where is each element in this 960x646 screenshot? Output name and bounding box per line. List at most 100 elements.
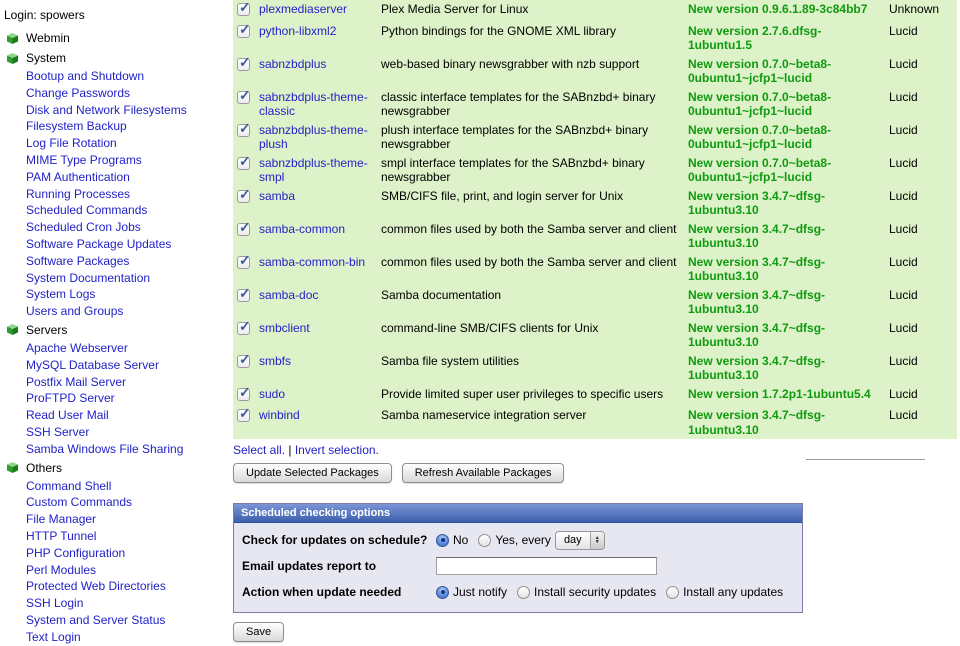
invert-selection-link[interactable]: Invert selection. xyxy=(295,443,379,457)
period-select[interactable]: day ▲▼ xyxy=(555,531,605,550)
select-all-link[interactable]: Select all. xyxy=(233,443,285,457)
sidebar-item: PAM Authentication xyxy=(0,169,230,186)
package-row: samba-common-bin common files used by bo… xyxy=(233,253,957,286)
package-description: common files used by both the Samba serv… xyxy=(377,220,685,253)
refresh-available-button[interactable]: Refresh Available Packages xyxy=(402,463,565,483)
package-name-link[interactable]: sabnzbdplus-theme-plush xyxy=(259,123,368,152)
package-checkbox[interactable] xyxy=(237,355,250,368)
sidebar-item-link[interactable]: SSH Login xyxy=(26,596,83,610)
sidebar-section[interactable]: Webmin xyxy=(0,28,230,48)
sidebar-item-link[interactable]: Postfix Mail Server xyxy=(26,375,126,389)
package-name-link[interactable]: sabnzbdplus-theme-classic xyxy=(259,90,368,119)
radio-just-notify[interactable] xyxy=(436,586,449,599)
package-name-link[interactable]: winbind xyxy=(259,408,300,422)
package-checkbox[interactable] xyxy=(237,157,250,170)
chevron-updown-icon: ▲▼ xyxy=(590,532,604,549)
sidebar-item-link[interactable]: Log File Rotation xyxy=(26,136,117,150)
package-name-link[interactable]: smbfs xyxy=(259,354,291,368)
sidebar-section[interactable]: System xyxy=(0,48,230,68)
sidebar-item: Scheduled Cron Jobs xyxy=(0,219,230,236)
sidebar-item-link[interactable]: Command Shell xyxy=(26,479,111,493)
sidebar-item: System Logs xyxy=(0,286,230,303)
login-status: Login: spowers xyxy=(0,0,230,28)
sidebar-item-link[interactable]: Apache Webserver xyxy=(26,341,128,355)
sidebar-item-link[interactable]: Users and Groups xyxy=(26,304,123,318)
package-checkbox[interactable] xyxy=(237,190,250,203)
package-status: Lucid xyxy=(881,352,957,385)
sidebar-item-link[interactable]: Scheduled Cron Jobs xyxy=(26,220,141,234)
sidebar-item-link[interactable]: PHP Configuration xyxy=(26,546,125,560)
sidebar-item-link[interactable]: Text Login xyxy=(26,630,81,644)
email-input[interactable] xyxy=(436,557,657,575)
package-name-link[interactable]: smbclient xyxy=(259,321,310,335)
sidebar-item-link[interactable]: Custom Commands xyxy=(26,495,132,509)
sidebar-item-link[interactable]: Scheduled Commands xyxy=(26,203,147,217)
sidebar-item-link[interactable]: PAM Authentication xyxy=(26,170,130,184)
package-row: winbind Samba nameservice integration se… xyxy=(233,406,957,439)
sidebar-item-link[interactable]: System and Server Status xyxy=(26,613,165,627)
sidebar-item-link[interactable]: Software Package Updates xyxy=(26,237,171,251)
package-description: plush interface templates for the SABnzb… xyxy=(377,121,685,154)
radio-install-security[interactable] xyxy=(517,586,530,599)
package-name-link[interactable]: samba-common-bin xyxy=(259,255,365,269)
sidebar-item-link[interactable]: System Documentation xyxy=(26,271,150,285)
sidebar-item-link[interactable]: Software Packages xyxy=(26,254,129,268)
sidebar-section[interactable]: Servers xyxy=(0,320,230,340)
sidebar-item-link[interactable]: File Manager xyxy=(26,512,96,526)
sidebar-item: Command Shell xyxy=(0,478,230,495)
sidebar-item-link[interactable]: Disk and Network Filesystems xyxy=(26,103,187,117)
radio-install-any[interactable] xyxy=(666,586,679,599)
sidebar-item-link[interactable]: Read User Mail xyxy=(26,408,109,422)
package-checkbox[interactable] xyxy=(237,124,250,137)
package-checkbox[interactable] xyxy=(237,3,250,16)
package-name-link[interactable]: python-libxml2 xyxy=(259,24,336,38)
package-checkbox[interactable] xyxy=(237,289,250,302)
package-name-link[interactable]: samba-doc xyxy=(259,288,318,302)
sidebar-item-link[interactable]: Protected Web Directories xyxy=(26,579,166,593)
sidebar-item: Protected Web Directories xyxy=(0,578,230,595)
radio-yes[interactable] xyxy=(478,534,491,547)
radio-no[interactable] xyxy=(436,534,449,547)
package-checkbox[interactable] xyxy=(237,25,250,38)
sidebar-item-link[interactable]: Filesystem Backup xyxy=(26,119,127,133)
sidebar-item: ProFTPD Server xyxy=(0,390,230,407)
sidebar-item-link[interactable]: Bootup and Shutdown xyxy=(26,69,144,83)
package-checkbox[interactable] xyxy=(237,409,250,422)
sidebar-item-link[interactable]: SSH Server xyxy=(26,425,89,439)
sidebar-item-link[interactable]: Samba Windows File Sharing xyxy=(26,442,183,456)
sidebar-item: Read User Mail xyxy=(0,407,230,424)
package-name-link[interactable]: sudo xyxy=(259,387,285,401)
package-name-link[interactable]: samba-common xyxy=(259,222,345,236)
sidebar-item: Software Packages xyxy=(0,253,230,270)
sidebar-item-link[interactable]: Running Processes xyxy=(26,187,130,201)
package-name-link[interactable]: sabnzbdplus-theme-smpl xyxy=(259,156,368,185)
package-checkbox[interactable] xyxy=(237,256,250,269)
sidebar-item-link[interactable]: System Logs xyxy=(26,287,95,301)
package-row: plexmediaserver Plex Media Server for Li… xyxy=(233,0,957,22)
package-name-link[interactable]: sabnzbdplus xyxy=(259,57,326,71)
package-checkbox[interactable] xyxy=(237,58,250,71)
update-selected-button[interactable]: Update Selected Packages xyxy=(233,463,392,483)
sidebar-item-link[interactable]: MySQL Database Server xyxy=(26,358,159,372)
package-description: classic interface templates for the SABn… xyxy=(377,88,685,121)
sidebar-item-link[interactable]: MIME Type Programs xyxy=(26,153,142,167)
package-checkbox[interactable] xyxy=(237,91,250,104)
sidebar-item-link[interactable]: Change Passwords xyxy=(26,86,130,100)
sidebar-item-link[interactable]: Perl Modules xyxy=(26,563,96,577)
save-button[interactable]: Save xyxy=(233,622,284,642)
sidebar-item: SSH Server xyxy=(0,424,230,441)
selection-actions: Select all. | Invert selection. xyxy=(233,443,960,457)
package-checkbox[interactable] xyxy=(237,322,250,335)
sidebar-item-link[interactable]: HTTP Tunnel xyxy=(26,529,96,543)
package-description: smpl interface templates for the SABnzbd… xyxy=(377,154,685,187)
sidebar-section[interactable]: Others xyxy=(0,458,230,478)
panel-body: Check for updates on schedule? No Yes, e… xyxy=(234,523,802,612)
package-name-link[interactable]: plexmediaserver xyxy=(259,2,347,16)
package-checkbox[interactable] xyxy=(237,388,250,401)
sidebar-item: Custom Commands xyxy=(0,494,230,511)
package-name-link[interactable]: samba xyxy=(259,189,295,203)
sidebar-item-link[interactable]: ProFTPD Server xyxy=(26,391,115,405)
package-checkbox[interactable] xyxy=(237,223,250,236)
sidebar-section-label: Others xyxy=(26,461,62,475)
period-select-value: day xyxy=(556,532,590,549)
